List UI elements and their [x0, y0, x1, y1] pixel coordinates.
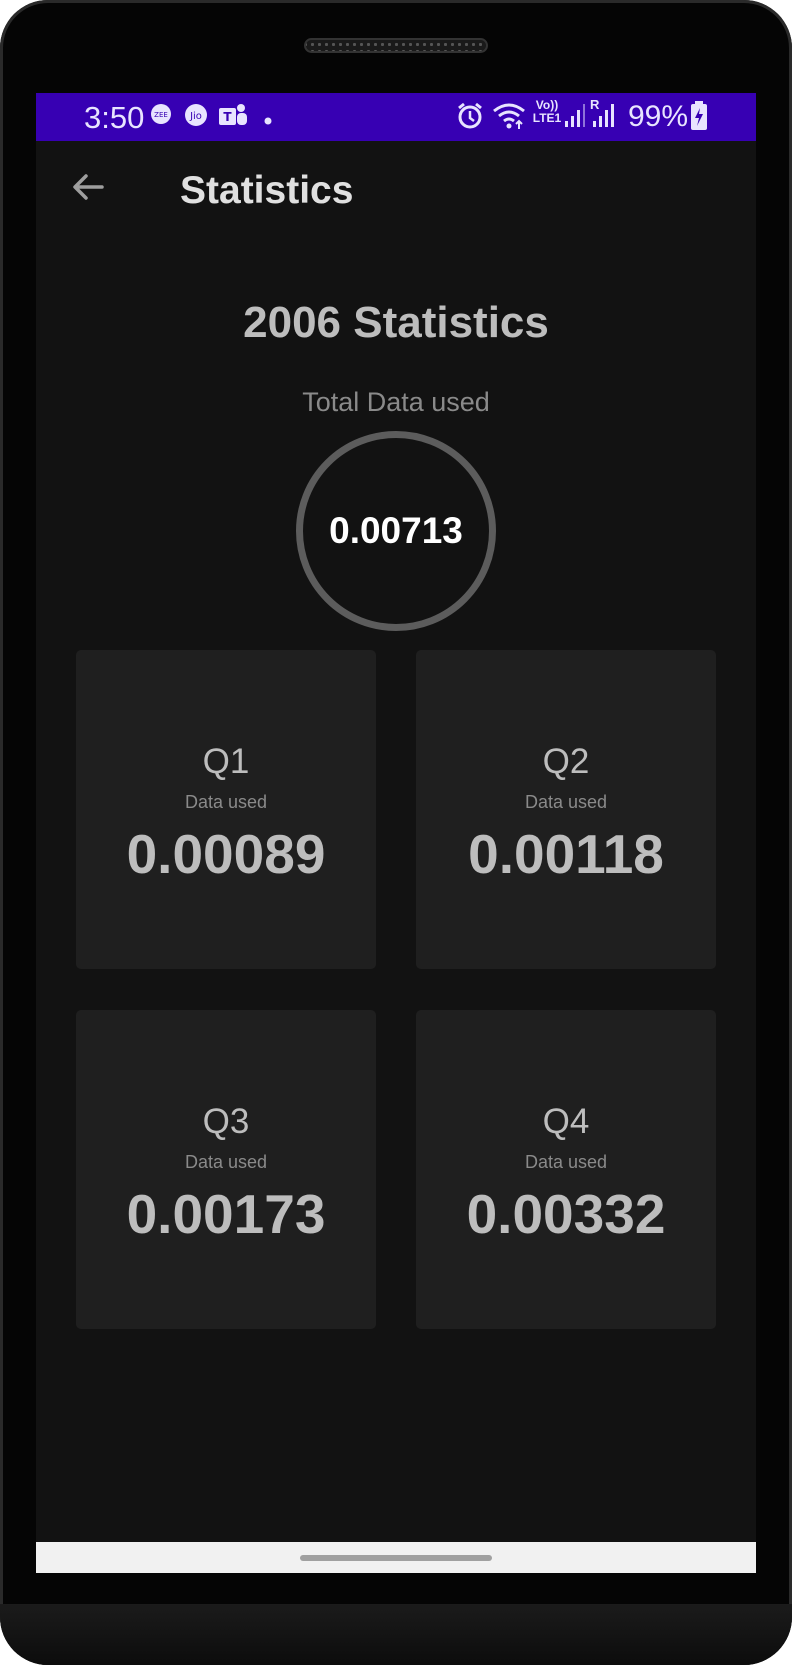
battery-percent: 99% — [628, 100, 689, 133]
signal-roaming-icon — [592, 103, 616, 134]
app-bar: Statistics — [36, 141, 756, 253]
year-statistics-title: 2006 Statistics — [243, 298, 549, 347]
quarter-label: Q3 — [202, 1102, 250, 1141]
gesture-navigation-bar — [36, 1542, 756, 1573]
quarter-label: Q2 — [542, 742, 590, 781]
quarter-card-q4[interactable]: Q4 Data used 0.00332 — [416, 1010, 716, 1329]
wifi-icon — [492, 101, 526, 136]
quarter-sublabel: Data used — [184, 792, 268, 812]
screen: 3:50 ZEE Jio T Vo)) LTE1 R 99% Statistic… — [36, 93, 756, 1573]
quarter-sublabel: Data used — [184, 1152, 268, 1172]
jio-icon: Jio — [184, 103, 208, 132]
volte-label: Vo)) LTE1 — [532, 98, 562, 125]
battery-charging-icon — [690, 101, 708, 136]
status-bar: 3:50 ZEE Jio T Vo)) LTE1 R 99% — [36, 93, 756, 141]
quarter-value: 0.00332 — [466, 1183, 666, 1245]
status-time: 3:50 — [84, 100, 145, 135]
signal-icon — [564, 103, 586, 134]
quarter-card-q1[interactable]: Q1 Data used 0.00089 — [76, 650, 376, 969]
dot-icon — [264, 112, 272, 130]
phone-frame: 3:50 ZEE Jio T Vo)) LTE1 R 99% Statistic… — [0, 0, 792, 1665]
teams-icon: T — [218, 103, 248, 134]
back-button[interactable] — [64, 165, 112, 213]
quarter-card-q2[interactable]: Q2 Data used 0.00118 — [416, 650, 716, 969]
page-title: Statistics — [180, 169, 354, 212]
alarm-icon — [456, 101, 484, 136]
total-data-label: Total Data used — [302, 387, 490, 417]
svg-text:ZEE: ZEE — [154, 111, 168, 119]
svg-text:Jio: Jio — [189, 111, 202, 122]
quarter-label: Q4 — [542, 1102, 590, 1141]
earpiece-speaker — [304, 38, 488, 53]
quarter-sublabel: Data used — [524, 792, 608, 812]
svg-text:T: T — [223, 110, 232, 124]
quarter-value: 0.00118 — [468, 823, 664, 885]
home-gesture-handle[interactable] — [300, 1555, 492, 1561]
zee5-icon: ZEE — [150, 103, 172, 130]
total-data-ring: 0.00713 — [296, 431, 496, 631]
quarter-sublabel: Data used — [524, 1152, 608, 1172]
quarter-value: 0.00089 — [126, 823, 326, 885]
quarter-value: 0.00173 — [126, 1183, 326, 1245]
phone-chin — [0, 1604, 792, 1665]
arrow-back-icon — [70, 169, 106, 210]
quarter-card-q3[interactable]: Q3 Data used 0.00173 — [76, 1010, 376, 1329]
quarter-label: Q1 — [202, 742, 250, 781]
total-data-value: 0.00713 — [329, 510, 463, 551]
